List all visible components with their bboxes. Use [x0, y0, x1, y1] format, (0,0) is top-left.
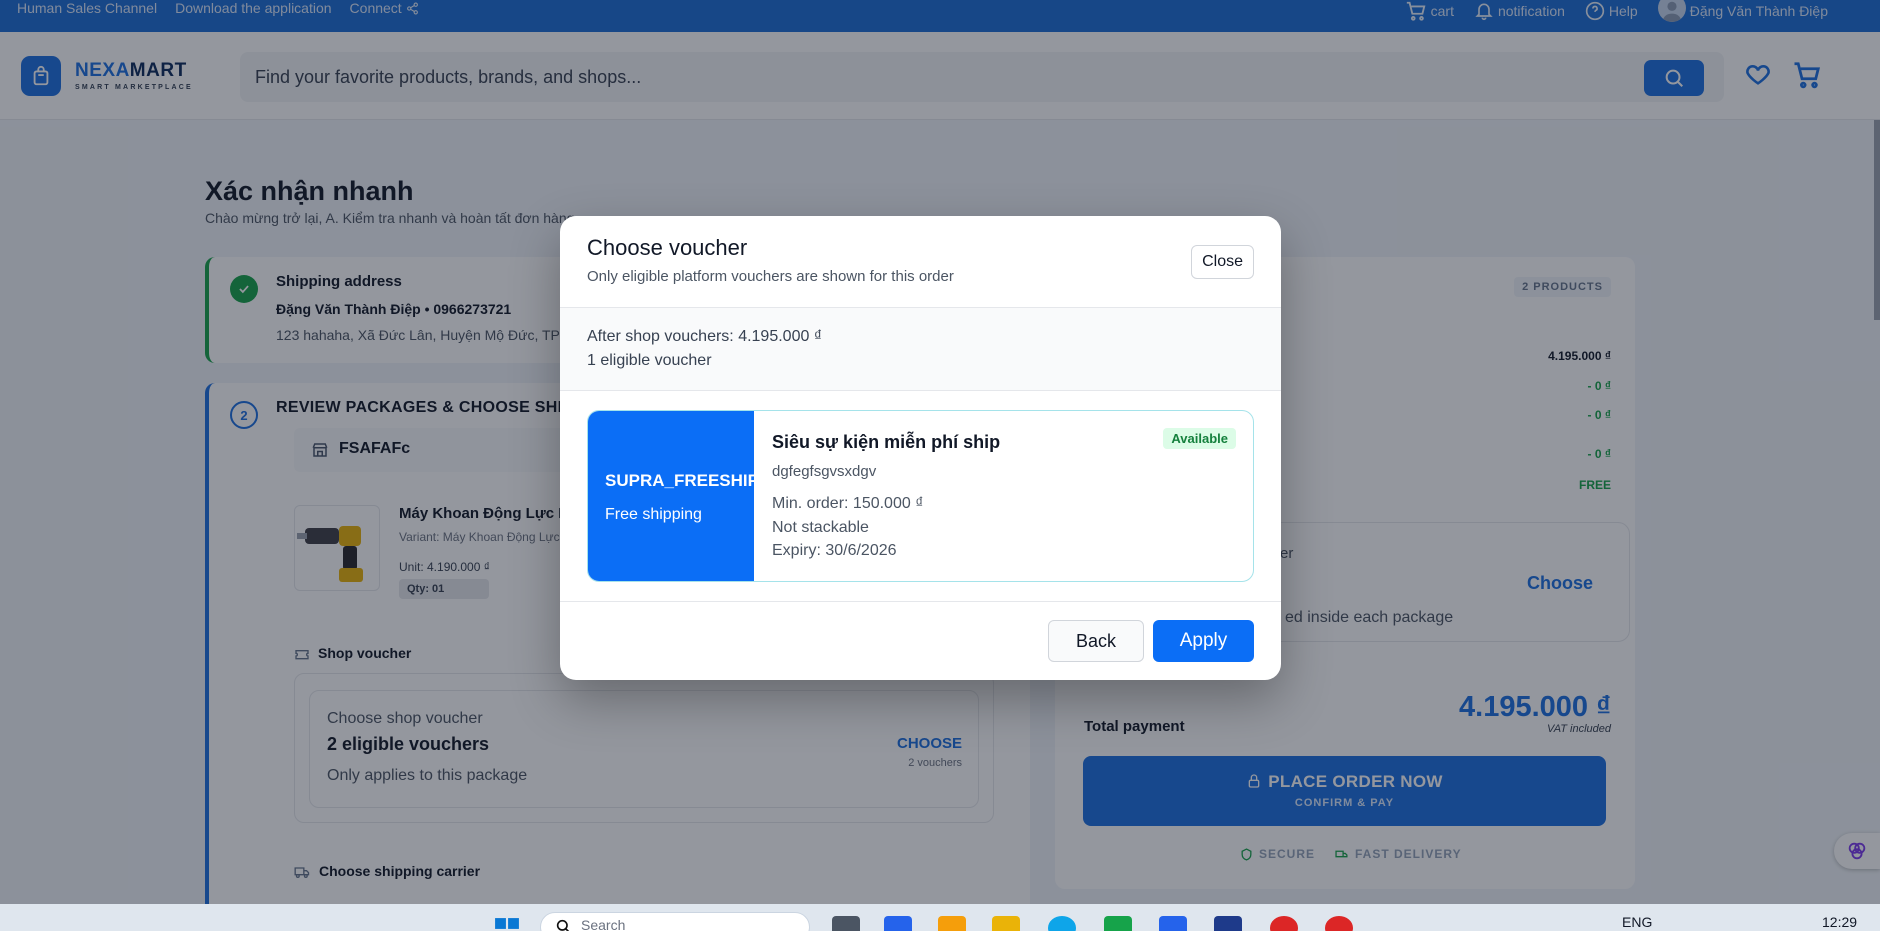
voucher-code: SUPRA_FREESHIP: [605, 471, 754, 490]
edge-icon[interactable]: [1048, 916, 1076, 931]
choose-voucher-modal: Choose voucher Only eligible platform vo…: [560, 216, 1281, 680]
back-button[interactable]: Back: [1048, 620, 1144, 662]
modal-footer: Back Apply: [560, 601, 1281, 680]
app-icon[interactable]: [992, 916, 1020, 931]
app-icon-navy[interactable]: [1214, 916, 1242, 931]
clock[interactable]: 12:29: [1822, 914, 1857, 930]
taskview-icon[interactable]: [832, 916, 860, 931]
modal-subtitle: Only eligible platform vouchers are show…: [587, 268, 954, 285]
after-shop-vouchers-amount: After shop vouchers: 4.195.000 ₫: [587, 328, 823, 345]
copilot-icon[interactable]: [884, 916, 912, 931]
voucher-ticket: SUPRA_FREESHIP Free shipping: [588, 411, 754, 581]
input-language[interactable]: ENG: [1622, 914, 1652, 930]
voucher-type: Free shipping: [605, 506, 702, 523]
taskbar-search-icon: [556, 919, 570, 931]
chrome-profile-icon[interactable]: [1325, 916, 1353, 931]
status-badge: Available: [1163, 428, 1236, 449]
voucher-expiry: Expiry: 30/6/2026: [772, 542, 897, 559]
voucher-name: Siêu sự kiện miễn phí ship: [772, 432, 1001, 452]
eligible-voucher-count: 1 eligible voucher: [587, 352, 712, 369]
taskbar-search-label: Search: [581, 917, 626, 931]
os-taskbar: Search ENG 12:29: [0, 904, 1880, 931]
vscode-icon[interactable]: [1159, 916, 1187, 931]
modal-info: After shop vouchers: 4.195.000 ₫ 1 eligi…: [560, 307, 1281, 391]
close-button[interactable]: Close: [1191, 245, 1254, 279]
voucher-card[interactable]: SUPRA_FREESHIP Free shipping Siêu sự kiệ…: [587, 410, 1254, 582]
voucher-description: dgfegfsgvsxdgv: [772, 463, 877, 480]
apply-button[interactable]: Apply: [1153, 620, 1254, 662]
chrome-icon[interactable]: [1270, 916, 1298, 931]
voucher-min-order: Min. order: 150.000 ₫: [772, 495, 924, 512]
windows-start-icon[interactable]: [494, 917, 520, 931]
voucher-stackable: Not stackable: [772, 519, 869, 536]
file-explorer-icon[interactable]: [938, 916, 966, 931]
modal-title: Choose voucher: [587, 235, 748, 260]
taskbar-search[interactable]: Search: [540, 912, 810, 931]
app-icon-green[interactable]: [1104, 916, 1132, 931]
